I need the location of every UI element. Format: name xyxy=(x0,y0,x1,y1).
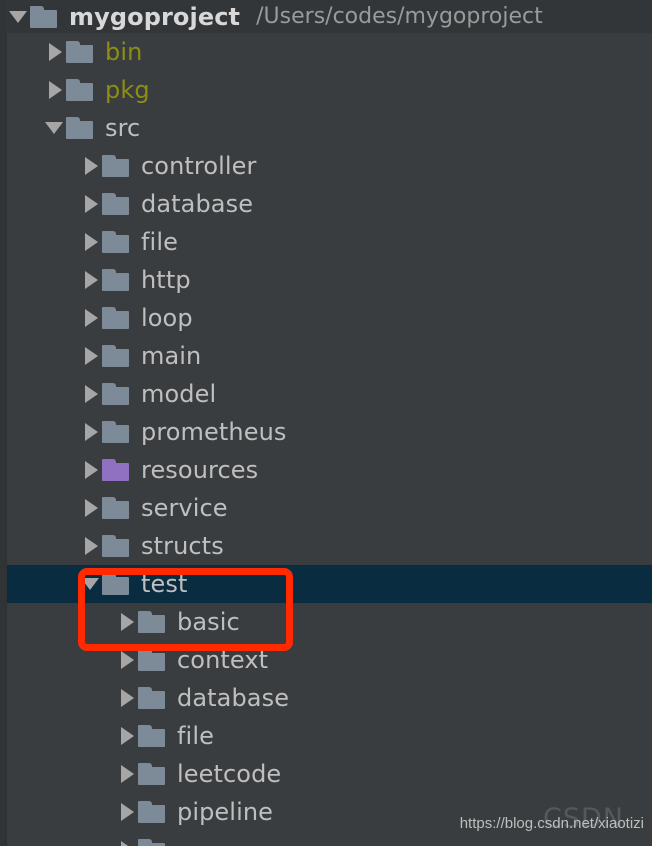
tree-row-label: main xyxy=(141,342,202,370)
chevron-right-icon[interactable] xyxy=(80,337,102,375)
chevron-down-icon[interactable] xyxy=(80,565,102,603)
tree-row-file[interactable]: file xyxy=(0,717,652,755)
tree-row-database[interactable]: database xyxy=(0,679,652,717)
tree-row-label: database xyxy=(177,684,290,712)
tree-row-label: prometheus xyxy=(141,418,287,446)
tree-row-loop[interactable]: loop xyxy=(0,299,652,337)
folder-icon xyxy=(138,763,166,785)
folder-icon xyxy=(138,611,166,633)
folder-icon xyxy=(66,79,94,101)
chevron-right-icon[interactable] xyxy=(116,755,138,793)
chevron-right-icon[interactable] xyxy=(80,527,102,565)
folder-icon xyxy=(138,649,166,671)
tree-row-main[interactable]: main xyxy=(0,337,652,375)
chevron-right-icon[interactable] xyxy=(116,793,138,831)
tree-row-label: file xyxy=(177,722,214,750)
folder-icon xyxy=(30,5,58,28)
panel-left-divider xyxy=(5,33,7,846)
folder-icon xyxy=(102,269,130,291)
folder-icon xyxy=(138,687,166,709)
folder-icon xyxy=(102,383,130,405)
tree-row-label: src xyxy=(105,114,141,142)
tree-row-label: pkg xyxy=(105,76,150,104)
chevron-right-icon[interactable] xyxy=(80,413,102,451)
tree-row-pkg[interactable]: pkg xyxy=(0,71,652,109)
chevron-right-icon[interactable] xyxy=(80,147,102,185)
chevron-right-icon[interactable] xyxy=(116,603,138,641)
chevron-right-icon[interactable] xyxy=(44,33,66,71)
chevron-right-icon[interactable] xyxy=(80,489,102,527)
chevron-right-icon[interactable] xyxy=(44,71,66,109)
folder-icon xyxy=(102,155,130,177)
tree-row-leetcode[interactable]: leetcode xyxy=(0,755,652,793)
tree-row-label: controller xyxy=(141,152,257,180)
folder-icon xyxy=(66,41,94,63)
tree-row-basic[interactable]: basic xyxy=(0,603,652,641)
tree-row-label: loop xyxy=(141,304,193,332)
folder-icon xyxy=(102,231,130,253)
folder-icon-purple xyxy=(102,459,130,481)
tree-row-label: context xyxy=(177,646,269,674)
project-path: /Users/codes/mygoproject xyxy=(256,4,543,29)
tree-row-database[interactable]: database xyxy=(0,185,652,223)
chevron-right-icon[interactable] xyxy=(116,641,138,679)
tree-row-file[interactable]: file xyxy=(0,223,652,261)
folder-icon xyxy=(66,117,94,139)
tree-row-label: model xyxy=(141,380,217,408)
watermark-url: https://blog.csdn.net/xiaotizi xyxy=(459,815,644,832)
project-tree-panel: mygoproject/Users/codes/mygoproject bin pk… xyxy=(0,0,652,846)
tree-row-src[interactable]: src xyxy=(0,109,652,147)
chevron-right-icon[interactable] xyxy=(116,717,138,755)
chevron-right-icon[interactable] xyxy=(80,185,102,223)
tree-row-label: database xyxy=(141,190,254,218)
tree-row-label: service xyxy=(141,494,228,522)
folder-icon xyxy=(138,801,166,823)
tree-row-root[interactable]: mygoproject/Users/codes/mygoproject xyxy=(0,0,652,33)
chevron-right-icon[interactable] xyxy=(80,375,102,413)
tree-row-label: leetcode xyxy=(177,760,282,788)
tree-row-label: pipeline xyxy=(177,798,274,826)
chevron-right-icon[interactable] xyxy=(116,831,138,846)
tree-row-label: http xyxy=(141,266,191,294)
tree-row-context[interactable]: context xyxy=(0,641,652,679)
folder-icon xyxy=(138,839,166,846)
tree-row-label: resources xyxy=(141,456,259,484)
folder-icon xyxy=(138,725,166,747)
folder-icon xyxy=(102,535,130,557)
tree-row-label: test xyxy=(141,570,188,598)
chevron-right-icon[interactable] xyxy=(80,299,102,337)
chevron-right-icon[interactable] xyxy=(116,679,138,717)
chevron-down-icon[interactable] xyxy=(8,0,30,36)
folder-icon xyxy=(102,421,130,443)
folder-icon xyxy=(102,307,130,329)
tree-row-prometheus[interactable]: prometheus xyxy=(0,413,652,451)
tree-row-http[interactable]: http xyxy=(0,261,652,299)
tree-row-label: file xyxy=(141,228,178,256)
folder-icon xyxy=(102,497,130,519)
project-name: mygoproject xyxy=(69,2,241,31)
folder-icon xyxy=(102,345,130,367)
folder-icon xyxy=(102,193,130,215)
tree-row-model[interactable]: model xyxy=(0,375,652,413)
tree-row-label: bin xyxy=(105,38,143,66)
tree-row-label: basic xyxy=(177,608,240,636)
tree-row-test[interactable]: test xyxy=(0,565,652,603)
tree-row-bin[interactable]: bin xyxy=(0,33,652,71)
chevron-right-icon[interactable] xyxy=(80,261,102,299)
tree-row-controller[interactable]: controller xyxy=(0,147,652,185)
folder-icon xyxy=(102,573,130,595)
tree-row-label: structs xyxy=(141,532,224,560)
tree-row-structs[interactable]: structs xyxy=(0,527,652,565)
chevron-right-icon[interactable] xyxy=(80,223,102,261)
chevron-right-icon[interactable] xyxy=(80,451,102,489)
file-tree[interactable]: mygoproject/Users/codes/mygoproject bin pk… xyxy=(0,0,652,846)
tree-row-service[interactable]: service xyxy=(0,489,652,527)
tree-row-resources[interactable]: resources xyxy=(0,451,652,489)
chevron-down-icon[interactable] xyxy=(44,109,66,147)
